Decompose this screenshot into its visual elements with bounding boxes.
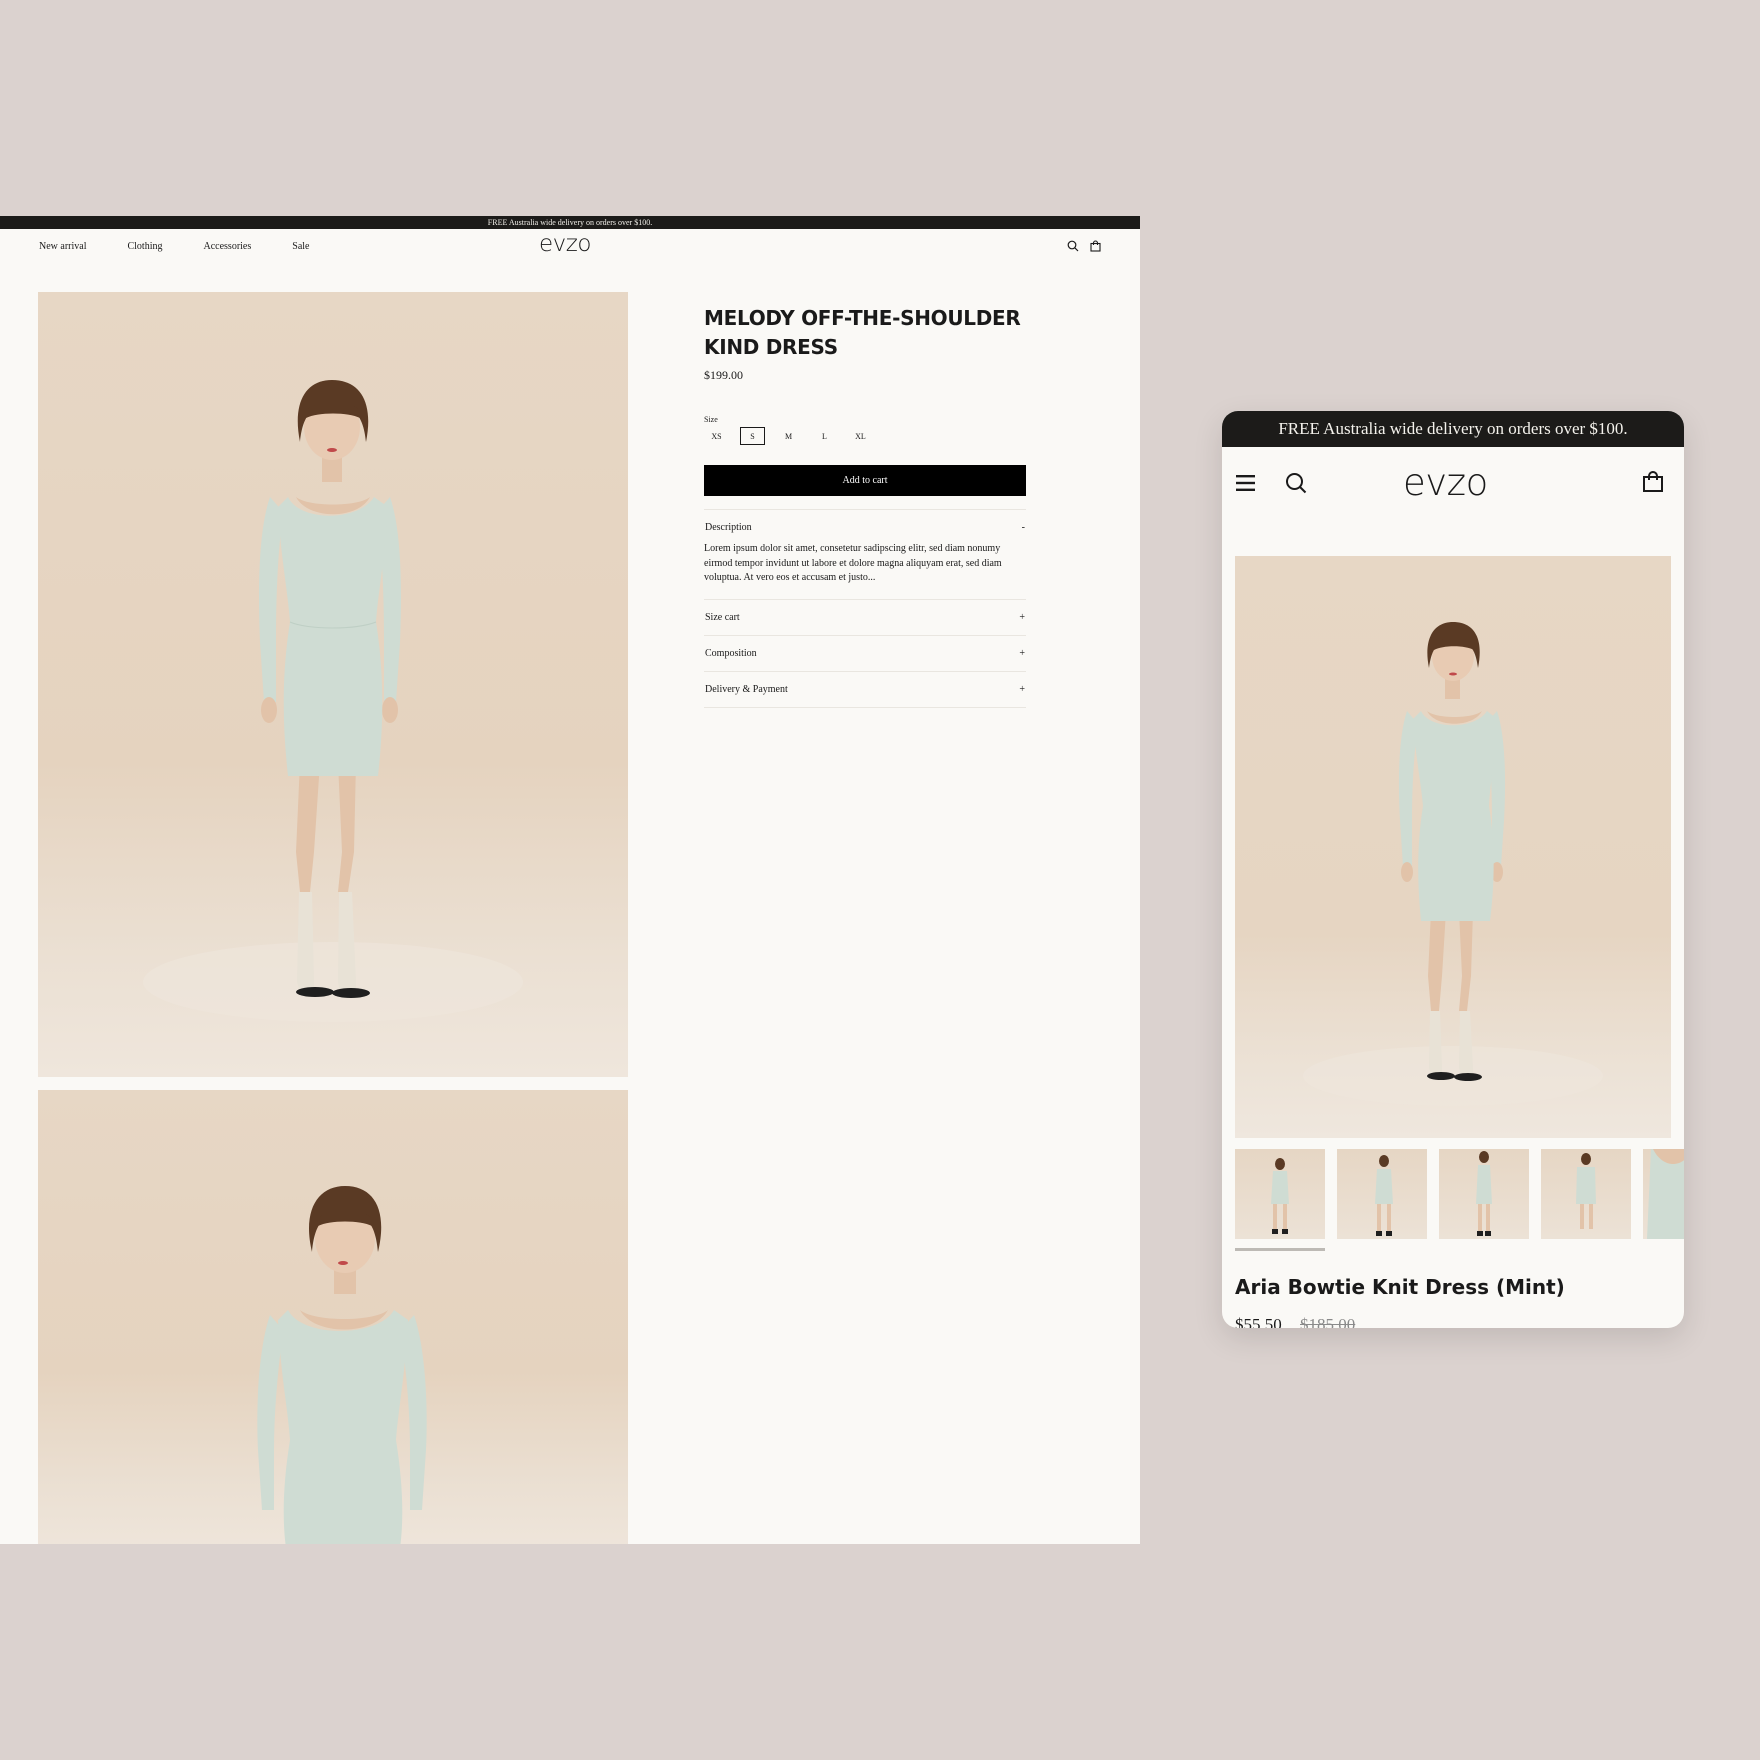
accordion-header-size-cart[interactable]: Size cart + [704, 600, 1026, 635]
accordion-description: Description - Lorem ipsum dolor sit amet… [704, 509, 1026, 599]
accordion-size-cart: Size cart + [704, 598, 1026, 635]
announcement-bar: FREE Australia wide delivery on orders o… [1222, 411, 1684, 447]
accordion-header-description[interactable]: Description - [704, 510, 1026, 545]
size-option-l[interactable]: L [812, 427, 837, 445]
collapse-icon[interactable]: - [1022, 522, 1025, 533]
accordion-header-composition[interactable]: Composition + [704, 636, 1026, 671]
product-image-secondary[interactable] [38, 1090, 628, 1544]
thumbnail-3[interactable] [1439, 1149, 1529, 1239]
product-info: MELODY OFF-THE-SHOULDER KIND DRESS $199.… [704, 304, 1026, 708]
add-to-cart-button[interactable]: Add to cart [704, 465, 1026, 496]
bag-icon[interactable] [1090, 240, 1101, 252]
accordion-header-delivery[interactable]: Delivery & Payment + [704, 672, 1026, 707]
accordion-label: Composition [705, 647, 757, 659]
size-label: Size [704, 415, 718, 424]
nav-clothing[interactable]: Clothing [127, 241, 162, 252]
search-icon[interactable] [1067, 240, 1079, 252]
compare-price: $185.00 [1300, 1315, 1356, 1328]
thumbnail-1[interactable] [1235, 1149, 1325, 1239]
nav-accessories[interactable]: Accessories [204, 241, 252, 252]
logo[interactable]: evzo [539, 231, 591, 257]
announcement-bar: FREE Australia wide delivery on orders o… [0, 216, 1140, 229]
carousel-scrollbar[interactable] [1235, 1248, 1325, 1251]
thumbnail-2[interactable] [1337, 1149, 1427, 1239]
thumbnail-5[interactable] [1643, 1149, 1684, 1239]
header-nav: New arrival Clothing Accessories Sale ev… [0, 229, 1140, 265]
description-text: Lorem ipsum dolor sit amet, consetetur s… [704, 543, 1002, 583]
expand-icon[interactable]: + [1019, 612, 1025, 623]
product-image-main[interactable] [38, 292, 628, 1077]
product-image-main[interactable] [1235, 556, 1671, 1138]
size-selector: XS S M L XL [704, 427, 1026, 445]
size-option-xs[interactable]: XS [704, 427, 729, 445]
nav-links: New arrival Clothing Accessories Sale [39, 241, 350, 252]
expand-icon[interactable]: + [1019, 648, 1025, 659]
logo[interactable]: evzo [1403, 461, 1488, 504]
accordion-label: Description [705, 522, 752, 533]
nav-sale[interactable]: Sale [292, 241, 309, 252]
product-title: MELODY OFF-THE-SHOULDER KIND DRESS [704, 306, 1021, 359]
thumbnail-4[interactable] [1541, 1149, 1631, 1239]
product-price: $199.00 [704, 368, 743, 382]
desktop-mockup: FREE Australia wide delivery on orders o… [0, 216, 1140, 1544]
thumbnail-strip [1235, 1149, 1684, 1239]
size-option-s[interactable]: S [740, 427, 765, 445]
product-price-group: $55.50 $185.00 [1235, 1315, 1355, 1328]
menu-icon[interactable] [1235, 474, 1257, 492]
mobile-header: evzo [1222, 447, 1684, 520]
accordion-composition: Composition + [704, 634, 1026, 671]
mobile-mockup: FREE Australia wide delivery on orders o… [1222, 411, 1684, 1328]
sale-price: $55.50 [1235, 1315, 1282, 1328]
expand-icon[interactable]: + [1019, 684, 1025, 695]
size-option-xl[interactable]: XL [848, 427, 873, 445]
product-title: Aria Bowtie Knit Dress (Mint) [1235, 1275, 1565, 1299]
size-option-m[interactable]: M [776, 427, 801, 445]
accordion-label: Size cart [705, 611, 740, 623]
nav-new-arrival[interactable]: New arrival [39, 241, 86, 252]
bag-icon[interactable] [1642, 470, 1664, 492]
search-icon[interactable] [1285, 472, 1307, 494]
accordion-delivery-payment: Delivery & Payment + [704, 670, 1026, 708]
accordion-label: Delivery & Payment [705, 683, 788, 695]
